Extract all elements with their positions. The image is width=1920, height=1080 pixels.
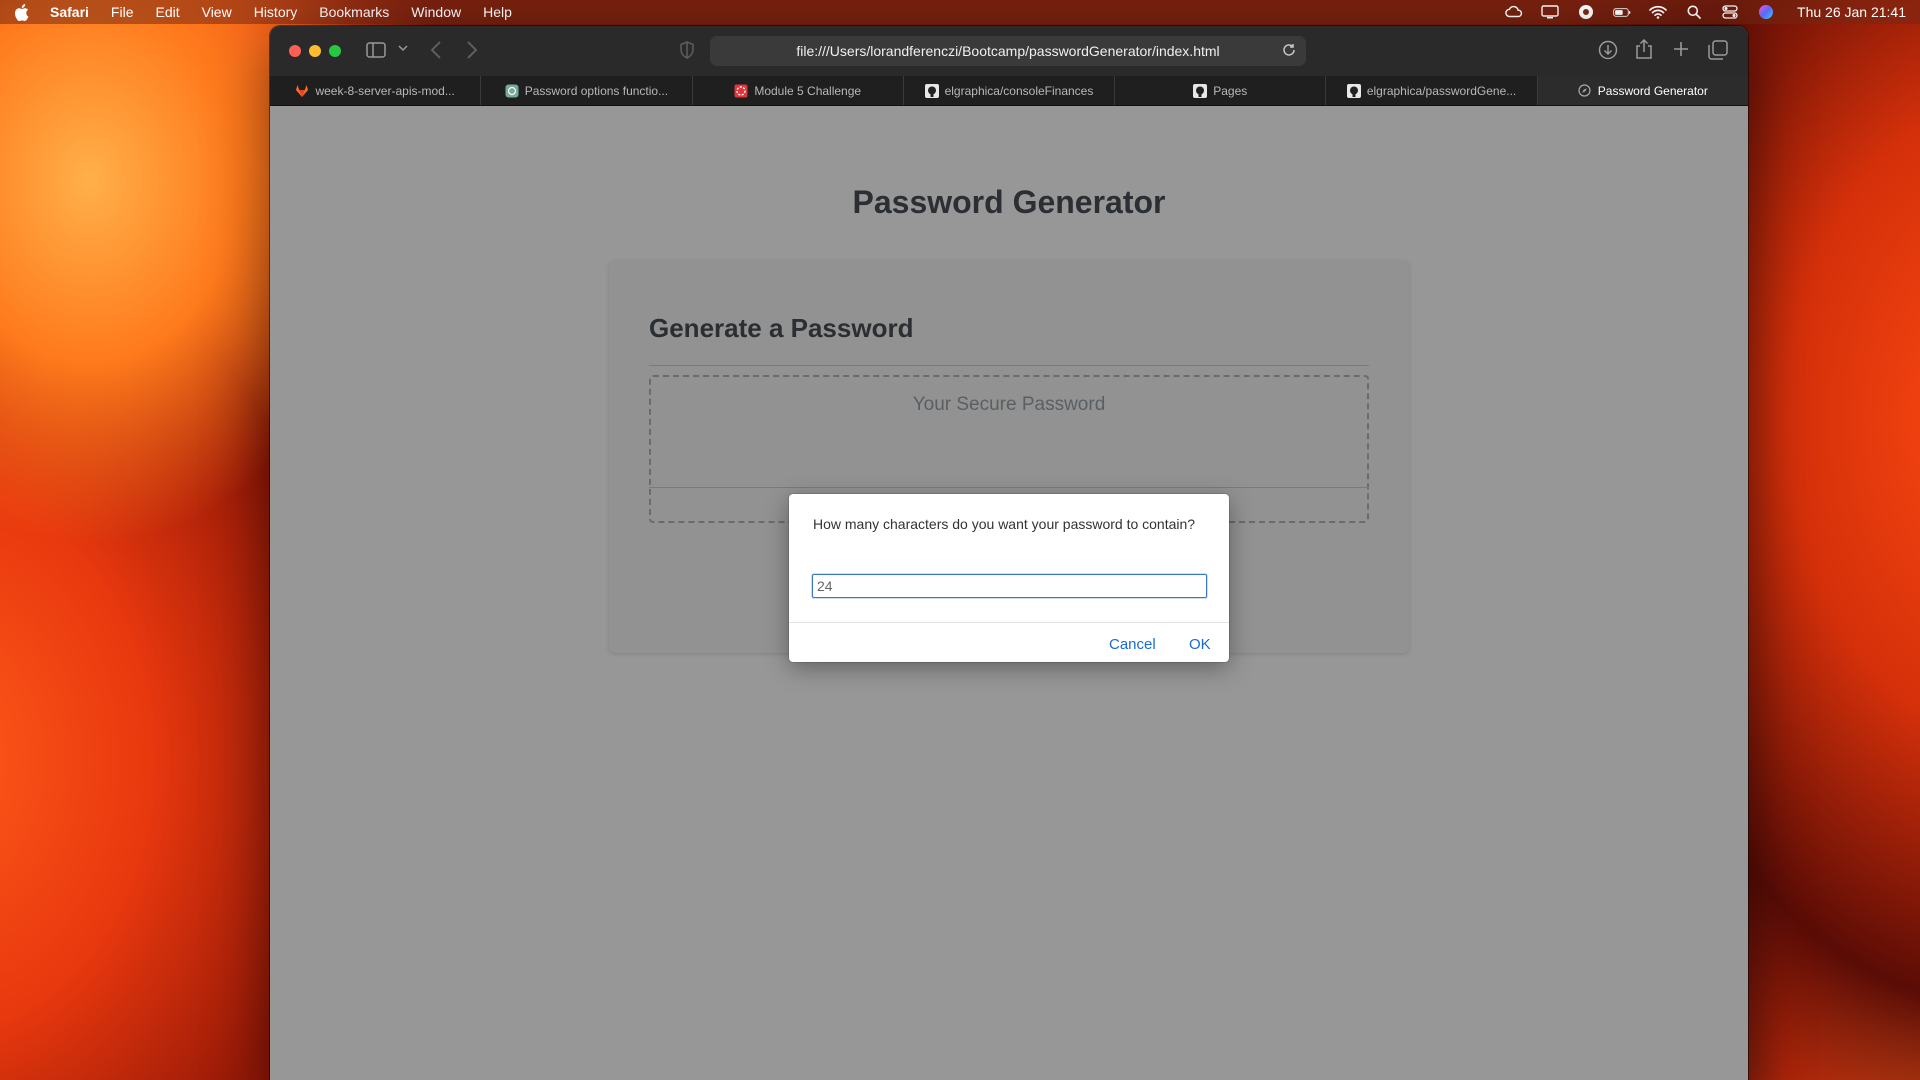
menu-app-name[interactable]: Safari (50, 4, 89, 20)
safari-window: file:///Users/lorandferenczi/Bootcamp/pa… (270, 26, 1748, 1080)
battery-icon[interactable] (1613, 5, 1631, 19)
window-controls (289, 45, 341, 57)
ok-button[interactable]: OK (1189, 636, 1211, 653)
gitlab-icon (295, 84, 309, 98)
sidebar-toggle-icon[interactable] (366, 42, 386, 58)
menu-history[interactable]: History (254, 4, 298, 20)
reload-icon[interactable] (1282, 43, 1296, 57)
forward-arrow-icon[interactable] (466, 40, 478, 60)
menu-bar: Safari File Edit View History Bookmarks … (0, 0, 1920, 24)
tab-password-generator-repo[interactable]: elgraphica/passwordGene... (1326, 76, 1538, 105)
share-icon[interactable] (1635, 38, 1653, 60)
menu-file[interactable]: File (111, 4, 134, 20)
dialog-message: How many characters do you want your pas… (813, 516, 1196, 532)
close-window-button[interactable] (289, 45, 301, 57)
tab-console-finances[interactable]: elgraphica/consoleFinances (904, 76, 1116, 105)
zoom-window-button[interactable] (329, 45, 341, 57)
wifi-icon[interactable] (1649, 5, 1667, 19)
tab-label: elgraphica/consoleFinances (944, 83, 1094, 98)
tab-bar: week-8-server-apis-mod... Password optio… (270, 76, 1748, 106)
chevron-down-icon[interactable] (398, 44, 408, 52)
browser-toolbar: file:///Users/lorandferenczi/Bootcamp/pa… (270, 26, 1748, 76)
page-title: Password Generator (852, 184, 1166, 220)
card-header: Generate a Password (649, 313, 914, 343)
privacy-shield-icon[interactable] (680, 41, 694, 59)
chatgpt-icon (505, 84, 519, 98)
new-tab-icon[interactable] (1672, 40, 1690, 58)
compass-icon (1578, 84, 1592, 98)
tab-label: Module 5 Challenge (754, 83, 862, 98)
menu-edit[interactable]: Edit (155, 4, 179, 20)
divider (649, 365, 1369, 366)
menu-help[interactable]: Help (483, 4, 512, 20)
menu-clock[interactable]: Thu 26 Jan 21:41 (1797, 4, 1906, 20)
cancel-button[interactable]: Cancel (1109, 636, 1156, 653)
tab-pages[interactable]: Pages (1115, 76, 1327, 105)
module-icon (734, 84, 748, 98)
download-icon[interactable] (1598, 40, 1618, 60)
menu-bookmarks[interactable]: Bookmarks (319, 4, 389, 20)
back-arrow-icon[interactable] (430, 40, 442, 60)
spotlight-search-icon[interactable] (1685, 5, 1703, 19)
tab-label: Password Generator (1597, 83, 1708, 98)
prompt-dialog: How many characters do you want your pas… (789, 494, 1229, 662)
tab-module-5[interactable]: Module 5 Challenge (693, 76, 904, 105)
github-icon (924, 83, 939, 98)
creative-cloud-icon[interactable] (1505, 5, 1523, 19)
page-content: Password Generator Generate a Password Y… (270, 106, 1748, 1080)
address-url: file:///Users/lorandferenczi/Bootcamp/pa… (796, 43, 1220, 59)
display-icon[interactable] (1541, 5, 1559, 19)
tab-label: Pages (1213, 83, 1248, 98)
siri-icon[interactable] (1757, 5, 1775, 19)
tab-label: week-8-server-apis-mod... (315, 83, 455, 98)
tab-overview-icon[interactable] (1708, 40, 1728, 60)
minimize-window-button[interactable] (309, 45, 321, 57)
divider (649, 487, 1369, 488)
control-center-icon[interactable] (1721, 5, 1739, 19)
tab-password-generator[interactable]: Password Generator (1537, 76, 1748, 105)
github-icon (1346, 83, 1361, 98)
apple-icon[interactable] (14, 3, 30, 21)
divider (789, 622, 1229, 623)
github-icon (1193, 83, 1208, 98)
menu-window[interactable]: Window (411, 4, 461, 20)
address-bar[interactable]: file:///Users/lorandferenczi/Bootcamp/pa… (710, 36, 1306, 66)
tab-label: Password options functio... (524, 83, 669, 98)
tab-password-options[interactable]: Password options functio... (481, 76, 693, 105)
tab-label: elgraphica/passwordGene... (1366, 83, 1517, 98)
menu-view[interactable]: View (202, 4, 232, 20)
tab-week-8[interactable]: week-8-server-apis-mod... (270, 76, 482, 105)
character-count-input[interactable] (812, 574, 1207, 598)
dashlane-icon[interactable] (1577, 5, 1595, 19)
